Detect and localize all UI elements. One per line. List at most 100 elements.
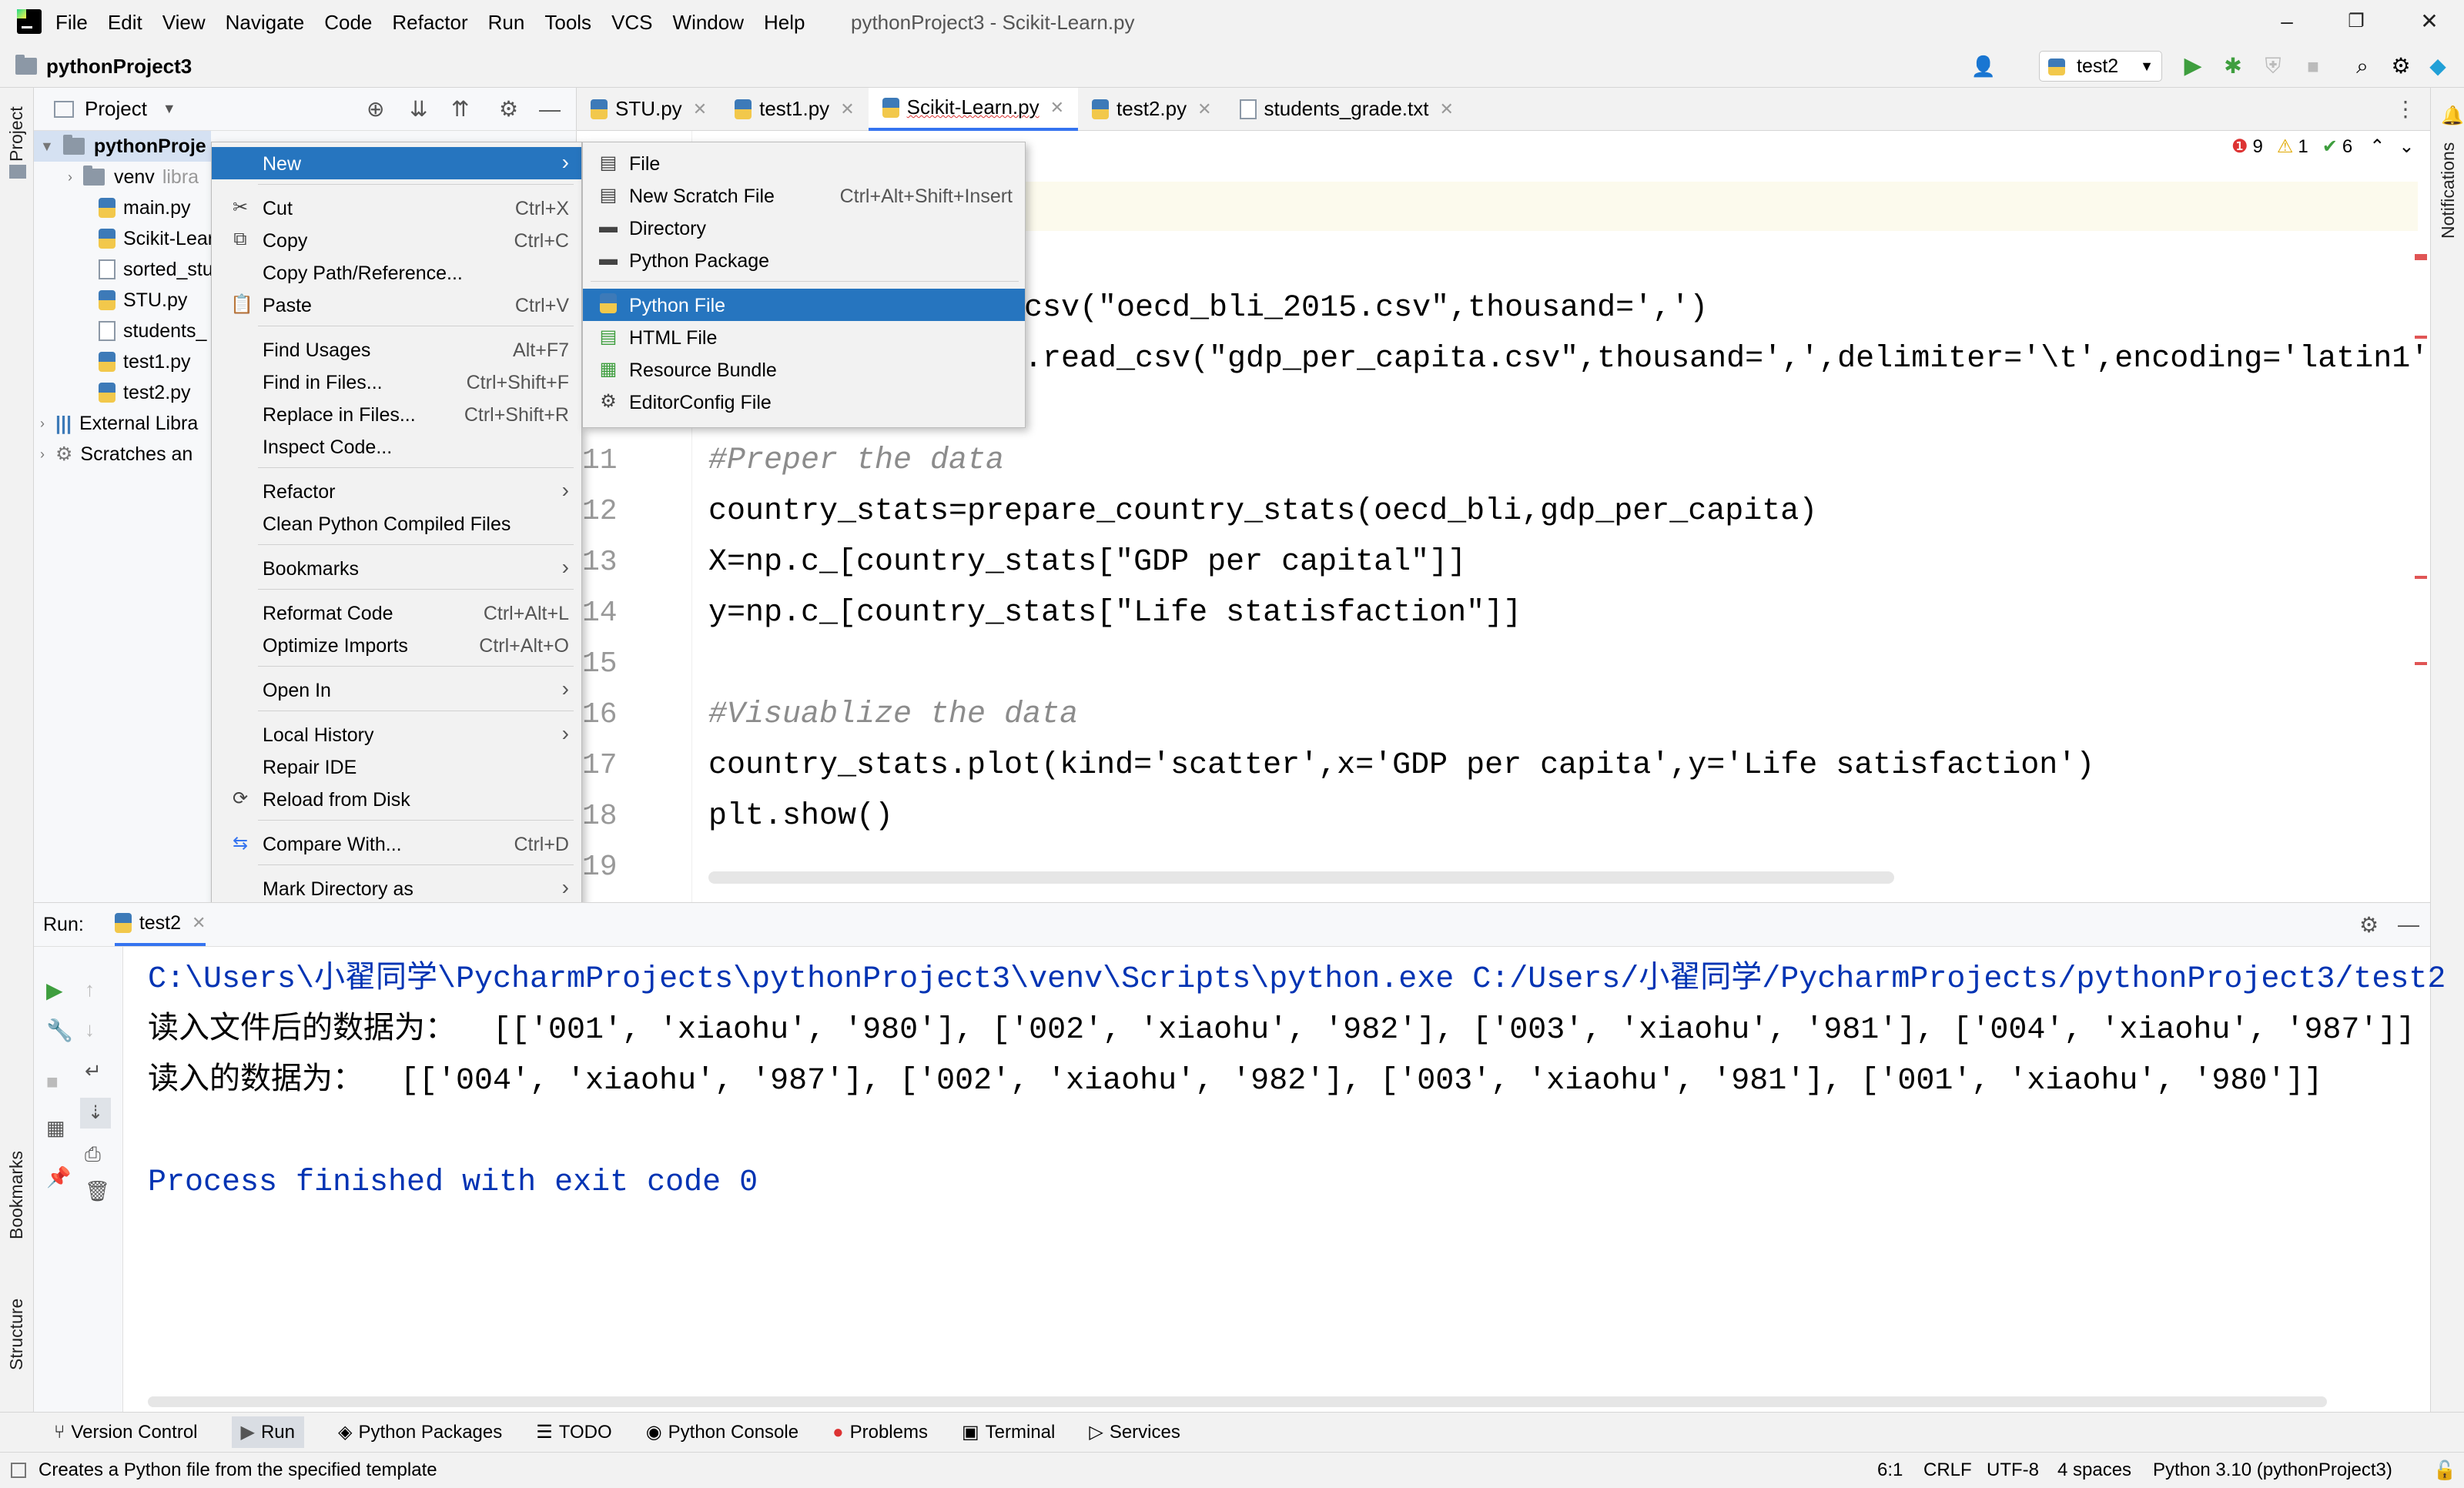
menu-item-open-in[interactable]: Open In ›: [212, 674, 581, 706]
menu-item-new[interactable]: New ›: [212, 147, 581, 179]
locate-icon[interactable]: ⊕: [367, 96, 384, 122]
menu-item-mark-directory[interactable]: Mark Directory as ›: [212, 872, 581, 905]
menu-item-copy[interactable]: ⧉ Copy Ctrl+C: [212, 224, 581, 256]
tabs-more-icon[interactable]: ⋮: [2395, 96, 2416, 122]
tree-item-external-libraries[interactable]: › ||| External Libra: [34, 408, 214, 439]
submenu-item-directory[interactable]: ▬ Directory: [583, 212, 1025, 244]
close-tab-icon[interactable]: ✕: [1050, 98, 1064, 118]
menu-item-local-history[interactable]: Local History ›: [212, 718, 581, 751]
menu-item-optimize-imports[interactable]: Optimize Imports Ctrl+Alt+O: [212, 629, 581, 661]
menu-item-inspect-code[interactable]: Inspect Code...: [212, 430, 581, 463]
layout-icon[interactable]: ▦: [46, 1116, 65, 1140]
user-icon[interactable]: 👤: [1968, 51, 1999, 82]
tool-version-control[interactable]: ⑂ Version Control: [54, 1422, 198, 1443]
error-stripe-mark[interactable]: [2415, 662, 2427, 665]
menu-navigate[interactable]: Navigate: [226, 0, 305, 45]
tool-python-packages[interactable]: ◈ Python Packages: [338, 1421, 502, 1443]
menu-item-reload-from-disk[interactable]: ⟳ Reload from Disk: [212, 783, 581, 815]
trash-icon[interactable]: 🗑: [85, 1179, 110, 1203]
soft-wrap-icon[interactable]: ↵: [85, 1059, 102, 1083]
debug-icon[interactable]: ✱: [2218, 51, 2248, 82]
line-separator[interactable]: CRLF: [1923, 1460, 1972, 1481]
search-icon[interactable]: ⌕: [2347, 51, 2378, 82]
file-encoding[interactable]: UTF-8: [1987, 1460, 2039, 1481]
tab-stu[interactable]: STU.py ✕: [577, 88, 721, 131]
menu-vcs[interactable]: VCS: [611, 0, 652, 45]
close-window-icon[interactable]: ✕: [2406, 6, 2452, 37]
chevron-down-icon[interactable]: ⌄: [2399, 135, 2414, 158]
menu-item-paste[interactable]: 📋 Paste Ctrl+V: [212, 289, 581, 321]
tab-test1[interactable]: test1.py ✕: [721, 88, 869, 131]
bookmarks-tool-label[interactable]: Bookmarks: [6, 1151, 27, 1239]
hide-panel-icon[interactable]: —: [539, 97, 561, 122]
close-tab-icon[interactable]: ✕: [192, 913, 206, 933]
error-stripe-mark[interactable]: [2415, 336, 2427, 339]
gear-icon[interactable]: ⚙: [2385, 51, 2416, 82]
error-stripe-mark[interactable]: [2415, 254, 2427, 260]
scroll-to-end-icon[interactable]: ⇣: [80, 1098, 111, 1129]
menu-edit[interactable]: Edit: [108, 0, 142, 45]
console-horizontal-scrollbar[interactable]: [148, 1396, 2327, 1407]
menu-file[interactable]: File: [55, 0, 88, 45]
structure-tool-label[interactable]: Structure: [6, 1299, 27, 1370]
tree-item-file[interactable]: sorted_stu: [34, 254, 214, 285]
inspection-widget[interactable]: ❶9 ⚠ 1 ✔ 6 ⌃ ⌄: [2231, 135, 2414, 158]
menu-window[interactable]: Window: [673, 0, 744, 45]
tab-students-grade[interactable]: students_grade.txt ✕: [1226, 88, 1468, 131]
submenu-item-file[interactable]: ▤ File: [583, 147, 1025, 179]
submenu-item-scratch-file[interactable]: ▤ New Scratch File Ctrl+Alt+Shift+Insert: [583, 179, 1025, 212]
tree-item-file[interactable]: main.py: [34, 192, 214, 223]
indent-setting[interactable]: 4 spaces: [2057, 1460, 2131, 1481]
chevron-up-icon[interactable]: ⌃: [2369, 135, 2385, 158]
minimize-icon[interactable]: –: [2264, 6, 2310, 37]
lock-icon[interactable]: 🔓: [2433, 1460, 2456, 1482]
jetbrains-icon[interactable]: ◆: [2422, 51, 2453, 82]
tree-item-file[interactable]: Scikit-Lear: [34, 223, 214, 254]
menu-item-refactor[interactable]: Refactor ›: [212, 475, 581, 507]
tree-item-root[interactable]: ▼ pythonProje: [34, 131, 211, 162]
close-tab-icon[interactable]: ✕: [693, 99, 707, 119]
editor-horizontal-scrollbar[interactable]: [708, 871, 1894, 884]
project-breadcrumb[interactable]: pythonProject3: [15, 45, 192, 88]
menu-help[interactable]: Help: [764, 0, 805, 45]
tree-item-file[interactable]: test2.py: [34, 377, 214, 408]
submenu-item-python-package[interactable]: ▬ Python Package: [583, 244, 1025, 276]
notifications-tool-label[interactable]: Notifications: [2438, 142, 2459, 239]
menu-item-cut[interactable]: ✂ Cut Ctrl+X: [212, 192, 581, 224]
menu-refactor[interactable]: Refactor: [392, 0, 467, 45]
submenu-item-html-file[interactable]: ▤ HTML File: [583, 321, 1025, 353]
scroll-up-icon[interactable]: ↑: [85, 978, 95, 1001]
menu-item-replace-in-files[interactable]: Replace in Files... Ctrl+Shift+R: [212, 398, 581, 430]
wrench-icon[interactable]: 🔧: [46, 1018, 73, 1043]
pin-icon[interactable]: 📌: [46, 1165, 71, 1189]
tree-item-scratches[interactable]: › ⚙ Scratches an: [34, 439, 214, 470]
hide-run-icon[interactable]: —: [2398, 912, 2419, 937]
menu-item-compare-with[interactable]: ⇆ Compare With... Ctrl+D: [212, 828, 581, 860]
caret-position[interactable]: 6:1: [1877, 1460, 1903, 1481]
tree-item-file[interactable]: test1.py: [34, 346, 214, 377]
print-icon[interactable]: ⎙: [85, 1142, 101, 1167]
close-tab-icon[interactable]: ✕: [1197, 99, 1211, 119]
submenu-item-resource-bundle[interactable]: ▦ Resource Bundle: [583, 353, 1025, 386]
collapse-all-icon[interactable]: ⇈: [451, 96, 469, 122]
expand-all-icon[interactable]: ⇊: [410, 96, 427, 122]
menu-item-repair-ide[interactable]: Repair IDE: [212, 751, 581, 783]
menu-item-clean-compiled[interactable]: Clean Python Compiled Files: [212, 507, 581, 540]
tree-item-venv[interactable]: › venv libra: [34, 162, 214, 192]
project-tool-label[interactable]: Project: [6, 106, 27, 162]
tab-scikit-learn[interactable]: Scikit-Learn.py ✕: [868, 87, 1079, 131]
run-console[interactable]: C:\Users\小翟同学\PycharmProjects\pythonProj…: [123, 947, 2446, 1412]
submenu-item-python-file[interactable]: Python File: [583, 289, 1025, 321]
menu-view[interactable]: View: [162, 0, 206, 45]
stop-icon[interactable]: ■: [46, 1070, 59, 1094]
tool-services[interactable]: ▷ Services: [1089, 1421, 1180, 1443]
menu-item-find-in-files[interactable]: Find in Files... Ctrl+Shift+F: [212, 366, 581, 398]
coverage-icon[interactable]: ⛨: [2258, 51, 2288, 82]
tool-todo[interactable]: ☰ TODO: [536, 1421, 611, 1443]
run-gear-icon[interactable]: ⚙: [2359, 912, 2379, 938]
run-icon[interactable]: ▶: [2178, 51, 2208, 82]
menu-item-reformat-code[interactable]: Reformat Code Ctrl+Alt+L: [212, 597, 581, 629]
scroll-down-icon[interactable]: ↓: [85, 1018, 95, 1042]
stop-icon[interactable]: ■: [2298, 51, 2328, 82]
menu-item-bookmarks[interactable]: Bookmarks ›: [212, 552, 581, 584]
